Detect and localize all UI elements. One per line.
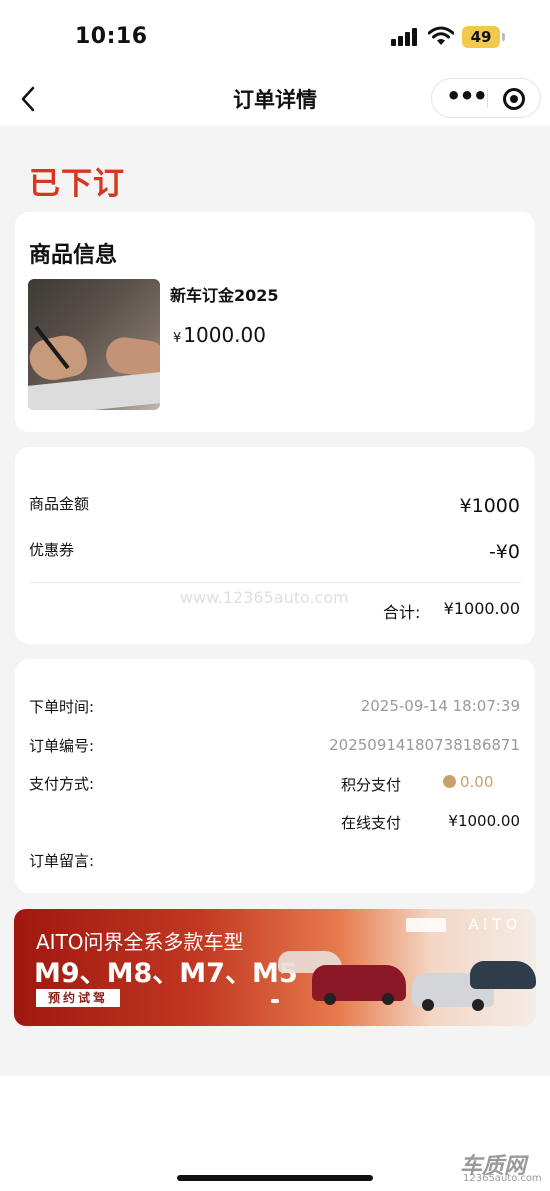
order-number-label: 订单编号: [29, 737, 95, 755]
banner-models: M9、M8、M7、M5 [34, 958, 298, 989]
nav-bar: 订单详情 ••• [0, 72, 550, 126]
price-currency: ¥ [173, 331, 182, 346]
points-payment-label: 积分支付 [341, 776, 402, 794]
car-wheel [324, 993, 336, 1005]
signal-icon [391, 28, 421, 46]
product-price: ¥1000.00 [173, 323, 266, 347]
online-payment-value: ¥1000.00 [448, 812, 520, 830]
home-indicator [177, 1175, 373, 1181]
car-image-blue [470, 961, 536, 989]
total-value: ¥1000.00 [443, 599, 520, 618]
points-coin-icon [443, 775, 456, 788]
car-wheel [472, 999, 484, 1011]
payment-method-label: 支付方式: [29, 775, 95, 793]
order-time-value: 2025-09-14 18:07:39 [360, 697, 520, 715]
points-amount: 0.00 [460, 773, 494, 791]
more-menu-button[interactable]: ••• [446, 79, 488, 117]
order-status: 已下订 [29, 166, 125, 202]
banner-pager-dot [271, 999, 279, 1003]
status-bar: 10:16 49 [0, 0, 550, 72]
status-time: 10:16 [75, 24, 148, 49]
goods-amount-label: 商品金额 [29, 495, 90, 513]
order-time-label: 下单时间: [29, 698, 95, 716]
product-name: 新车订金2025 [170, 286, 279, 305]
car-wheel [422, 999, 434, 1011]
coupon-value: -¥0 [488, 541, 520, 563]
brand-badge [406, 918, 446, 932]
test-drive-button[interactable]: 预约试驾 [36, 989, 120, 1007]
promo-banner[interactable]: AITO问界全系多款车型 M9、M8、M7、M5 预约试驾 AITO [14, 909, 536, 1026]
mini-program-capsule: ••• [431, 78, 541, 118]
online-payment-label: 在线支付 [341, 814, 402, 832]
capsule-divider [487, 89, 488, 108]
goods-amount-value: ¥1000 [459, 495, 520, 517]
coupon-label[interactable]: 优惠券 [29, 539, 74, 560]
battery-indicator: 49 [462, 26, 500, 48]
car-image-red [312, 965, 406, 1005]
product-section-title: 商品信息 [29, 243, 118, 268]
close-program-icon[interactable] [503, 88, 525, 110]
points-payment-value: 0.00 [443, 773, 493, 791]
wifi-icon [428, 26, 454, 45]
battery-tip [502, 33, 505, 41]
total-label: 合计: [383, 603, 421, 622]
product-image[interactable] [28, 279, 160, 410]
car-wheel [382, 993, 394, 1005]
site-watermark: www.12365auto.com [180, 588, 349, 607]
order-number-value[interactable]: 20250914180738186871 [329, 736, 520, 754]
amount-divider [29, 582, 521, 583]
price-value: 1000.00 [183, 323, 266, 347]
watermark-url: 12365auto.com [463, 1173, 542, 1184]
order-message-label: 订单留言: [29, 852, 95, 870]
brand-logo: AITO [468, 917, 522, 933]
